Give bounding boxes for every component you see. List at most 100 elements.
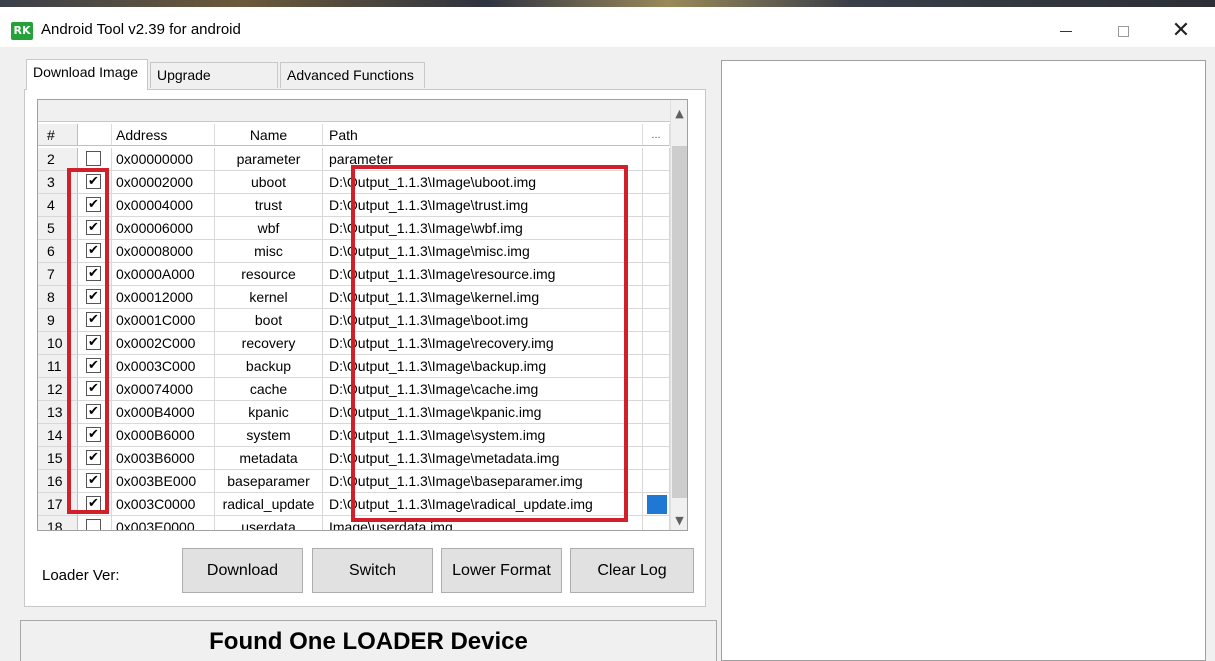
row-checkbox[interactable]: ✔	[86, 381, 101, 396]
row-browse-cell[interactable]	[643, 309, 670, 332]
table-row[interactable]: 14 ✔ 0x000B6000 system D:\Output_1.1.3\Image…	[38, 424, 670, 447]
row-browse-cell[interactable]	[643, 332, 670, 355]
row-path[interactable]: D:\Output_1.1.3\Image\trust.img	[323, 194, 643, 217]
row-browse-cell[interactable]	[643, 401, 670, 424]
row-checkbox[interactable]	[86, 151, 101, 166]
row-path[interactable]: D:\Output_1.1.3\Image\resource.img	[323, 263, 643, 286]
row-path[interactable]: D:\Output_1.1.3\Image\uboot.img	[323, 171, 643, 194]
table-row[interactable]: 5 ✔ 0x00006000 wbf D:\Output_1.1.3\Image\wbf…	[38, 217, 670, 240]
maximize-button[interactable]	[1100, 15, 1146, 47]
table-row[interactable]: 8 ✔ 0x00012000 kernel D:\Output_1.1.3\Image\…	[38, 286, 670, 309]
header-name[interactable]: Name	[215, 124, 323, 146]
row-browse-cell[interactable]	[643, 516, 670, 530]
tab-advanced-functions[interactable]: Advanced Functions	[280, 62, 425, 88]
row-path[interactable]: D:\Output_1.1.3\Image\cache.img	[323, 378, 643, 401]
selected-browse-cell[interactable]	[647, 495, 667, 514]
row-browse-cell[interactable]	[643, 286, 670, 309]
row-checkbox[interactable]: ✔	[86, 243, 101, 258]
table-row[interactable]: 17 ✔ 0x003C0000 radical_update D:\Output_1.1…	[38, 493, 670, 516]
grid-vertical-scrollbar[interactable]: ▲ ▼	[670, 100, 687, 530]
log-output-panel[interactable]	[721, 60, 1206, 661]
checkmark-icon: ✔	[88, 243, 99, 258]
table-row[interactable]: 4 ✔ 0x00004000 trust D:\Output_1.1.3\Image\t…	[38, 194, 670, 217]
title-bar[interactable]: RK Android Tool v2.39 for android ✕	[0, 7, 1215, 47]
row-path[interactable]: D:\Output_1.1.3\Image\kernel.img	[323, 286, 643, 309]
row-browse-cell[interactable]	[643, 470, 670, 493]
row-path[interactable]: D:\Output_1.1.3\Image\system.img	[323, 424, 643, 447]
row-browse-cell[interactable]	[643, 493, 670, 516]
close-button[interactable]: ✕	[1158, 15, 1204, 47]
header-path[interactable]: Path	[323, 124, 643, 146]
row-browse-cell[interactable]	[643, 378, 670, 401]
row-checkbox[interactable]: ✔	[86, 496, 101, 511]
row-path[interactable]: Image\userdata.img	[323, 516, 643, 530]
row-checkbox[interactable]: ✔	[86, 358, 101, 373]
table-row[interactable]: 10 ✔ 0x0002C000 recovery D:\Output_1.1.3\Ima…	[38, 332, 670, 355]
row-browse-cell[interactable]	[643, 148, 670, 171]
table-row[interactable]: 7 ✔ 0x0000A000 resource D:\Output_1.1.3\Imag…	[38, 263, 670, 286]
row-checkbox[interactable]: ✔	[86, 289, 101, 304]
row-checkbox[interactable]	[86, 519, 101, 530]
row-browse-cell[interactable]	[643, 447, 670, 470]
row-check-cell: ✔	[78, 401, 112, 424]
table-row[interactable]: 15 ✔ 0x003B6000 metadata D:\Output_1.1.3\Ima…	[38, 447, 670, 470]
row-path[interactable]: D:\Output_1.1.3\Image\metadata.img	[323, 447, 643, 470]
row-checkbox[interactable]: ✔	[86, 312, 101, 327]
row-browse-cell[interactable]	[643, 194, 670, 217]
switch-button[interactable]: Switch	[312, 548, 433, 593]
header-browse[interactable]: ...	[643, 124, 670, 146]
row-path[interactable]: D:\Output_1.1.3\Image\misc.img	[323, 240, 643, 263]
row-checkbox[interactable]: ✔	[86, 220, 101, 235]
row-name: wbf	[215, 217, 323, 240]
header-check[interactable]	[78, 124, 112, 146]
tab-upgrade-firmware[interactable]: Upgrade Firmware	[150, 62, 278, 107]
row-path[interactable]: parameter	[323, 148, 643, 171]
table-row[interactable]: 6 ✔ 0x00008000 misc D:\Output_1.1.3\Image\mi…	[38, 240, 670, 263]
row-path[interactable]: D:\Output_1.1.3\Image\kpanic.img	[323, 401, 643, 424]
header-number[interactable]: #	[38, 124, 78, 146]
minimize-button[interactable]	[1043, 15, 1089, 47]
row-checkbox[interactable]: ✔	[86, 174, 101, 189]
row-checkbox[interactable]: ✔	[86, 450, 101, 465]
table-row[interactable]: 9 ✔ 0x0001C000 boot D:\Output_1.1.3\Image\bo…	[38, 309, 670, 332]
row-checkbox[interactable]: ✔	[86, 473, 101, 488]
row-path[interactable]: D:\Output_1.1.3\Image\backup.img	[323, 355, 643, 378]
scroll-up-icon[interactable]: ▲	[671, 105, 687, 122]
scroll-down-icon[interactable]: ▼	[671, 512, 687, 529]
table-row[interactable]: 16 ✔ 0x003BE000 baseparamer D:\Output_1.1.3\…	[38, 470, 670, 493]
table-row[interactable]: 2 0x00000000 parameter parameter	[38, 148, 670, 171]
row-checkbox[interactable]: ✔	[86, 266, 101, 281]
table-row[interactable]: 12 ✔ 0x00074000 cache D:\Output_1.1.3\Image\…	[38, 378, 670, 401]
row-browse-cell[interactable]	[643, 240, 670, 263]
row-browse-cell[interactable]	[643, 355, 670, 378]
header-address[interactable]: Address	[112, 124, 215, 146]
row-path[interactable]: D:\Output_1.1.3\Image\radical_update.img	[323, 493, 643, 516]
row-name: recovery	[215, 332, 323, 355]
table-row[interactable]: 11 ✔ 0x0003C000 backup D:\Output_1.1.3\Image…	[38, 355, 670, 378]
row-checkbox[interactable]: ✔	[86, 197, 101, 212]
table-row[interactable]: 13 ✔ 0x000B4000 kpanic D:\Output_1.1.3\Image…	[38, 401, 670, 424]
row-path[interactable]: D:\Output_1.1.3\Image\wbf.img	[323, 217, 643, 240]
lower-format-button[interactable]: Lower Format	[441, 548, 562, 593]
row-address: 0x0000A000	[112, 263, 215, 286]
tab-download-image[interactable]: Download Image	[26, 59, 148, 90]
row-browse-cell[interactable]	[643, 424, 670, 447]
scrollbar-thumb[interactable]	[672, 146, 687, 498]
download-button[interactable]: Download	[182, 548, 303, 593]
row-name: parameter	[215, 148, 323, 171]
table-row[interactable]: 18 0x003E0000 userdata Image\userdata.img	[38, 516, 670, 530]
row-checkbox[interactable]: ✔	[86, 335, 101, 350]
row-path[interactable]: D:\Output_1.1.3\Image\recovery.img	[323, 332, 643, 355]
row-browse-cell[interactable]	[643, 217, 670, 240]
row-path[interactable]: D:\Output_1.1.3\Image\boot.img	[323, 309, 643, 332]
row-checkbox[interactable]: ✔	[86, 427, 101, 442]
row-checkbox[interactable]: ✔	[86, 404, 101, 419]
table-row[interactable]: 3 ✔ 0x00002000 uboot D:\Output_1.1.3\Image\u…	[38, 171, 670, 194]
checkmark-icon: ✔	[88, 266, 99, 281]
row-address: 0x00002000	[112, 171, 215, 194]
row-browse-cell[interactable]	[643, 171, 670, 194]
image-partition-grid[interactable]: # Address Name Path ... 2 0x00000000 param…	[37, 99, 688, 531]
clear-log-button[interactable]: Clear Log	[570, 548, 694, 593]
row-browse-cell[interactable]	[643, 263, 670, 286]
row-path[interactable]: D:\Output_1.1.3\Image\baseparamer.img	[323, 470, 643, 493]
